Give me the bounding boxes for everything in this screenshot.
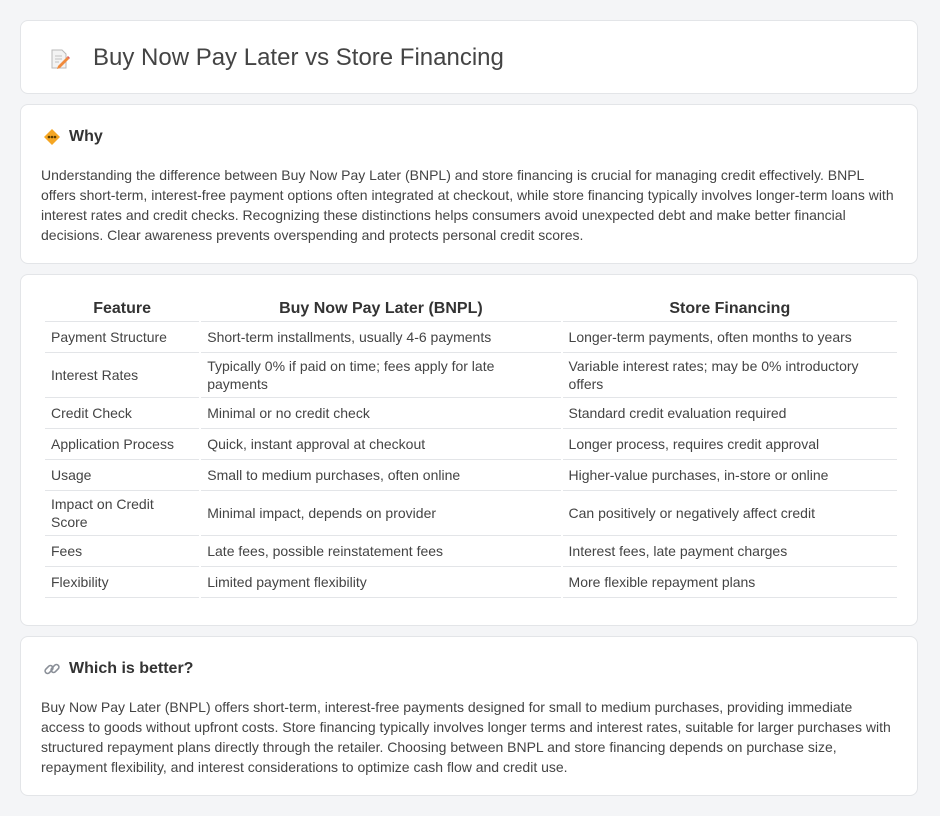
table-row: Usage Small to medium purchases, often o… [45,460,897,491]
why-title: Why [69,128,103,145]
diamond-warning-icon [43,128,61,146]
table-cell: Interest Rates [45,353,200,398]
table-cell: Variable interest rates; may be 0% intro… [562,353,897,398]
column-header: Store Financing [562,295,897,322]
table-cell: Longer process, requires credit approval [562,429,897,460]
better-text: Buy Now Pay Later (BNPL) offers short-te… [41,699,891,775]
which-is-better-section: Which is better? Buy Now Pay Later (BNPL… [20,636,918,796]
table-row: Interest Rates Typically 0% if paid on t… [45,353,897,398]
table-cell: Longer-term payments, often months to ye… [562,322,897,353]
table-cell: Usage [45,460,200,491]
table-row: Flexibility Limited payment flexibility … [45,567,897,598]
document-pencil-icon [47,47,71,71]
table-row: Payment Structure Short-term installment… [45,322,897,353]
why-section: Why Understanding the difference between… [20,104,918,264]
table-cell: Fees [45,536,200,567]
title-card: Buy Now Pay Later vs Store Financing [20,20,918,94]
table-cell: Quick, instant approval at checkout [201,429,561,460]
table-cell: Payment Structure [45,322,200,353]
comparison-table: Feature Buy Now Pay Later (BNPL) Store F… [43,295,899,598]
column-header: Buy Now Pay Later (BNPL) [201,295,561,322]
table-row: Application Process Quick, instant appro… [45,429,897,460]
table-cell: Application Process [45,429,200,460]
table-cell: Typically 0% if paid on time; fees apply… [201,353,561,398]
better-heading: Which is better? [43,659,193,679]
table-cell: Minimal or no credit check [201,398,561,429]
table-cell: Short-term installments, usually 4-6 pay… [201,322,561,353]
table-cell: Small to medium purchases, often online [201,460,561,491]
page-title: Buy Now Pay Later vs Store Financing [93,44,504,71]
table-cell: Interest fees, late payment charges [562,536,897,567]
table-cell: Can positively or negatively affect cred… [562,491,897,536]
table-row: Credit Check Minimal or no credit check … [45,398,897,429]
link-icon [43,660,61,678]
table-cell: Impact on Credit Score [45,491,200,536]
table-cell: Minimal impact, depends on provider [201,491,561,536]
table-header-row: Feature Buy Now Pay Later (BNPL) Store F… [45,295,897,322]
comparison-table-card: Feature Buy Now Pay Later (BNPL) Store F… [20,274,918,626]
table-cell: Flexibility [45,567,200,598]
table-row: Fees Late fees, possible reinstatement f… [45,536,897,567]
table-row: Impact on Credit Score Minimal impact, d… [45,491,897,536]
why-text: Understanding the difference between Buy… [41,167,894,243]
table-cell: Higher-value purchases, in-store or onli… [562,460,897,491]
table-cell: More flexible repayment plans [562,567,897,598]
column-header: Feature [45,295,200,322]
table-cell: Late fees, possible reinstatement fees [201,536,561,567]
better-title: Which is better? [69,660,194,677]
table-cell: Limited payment flexibility [201,567,561,598]
why-heading: Why [43,127,103,147]
table-cell: Credit Check [45,398,200,429]
table-cell: Standard credit evaluation required [562,398,897,429]
